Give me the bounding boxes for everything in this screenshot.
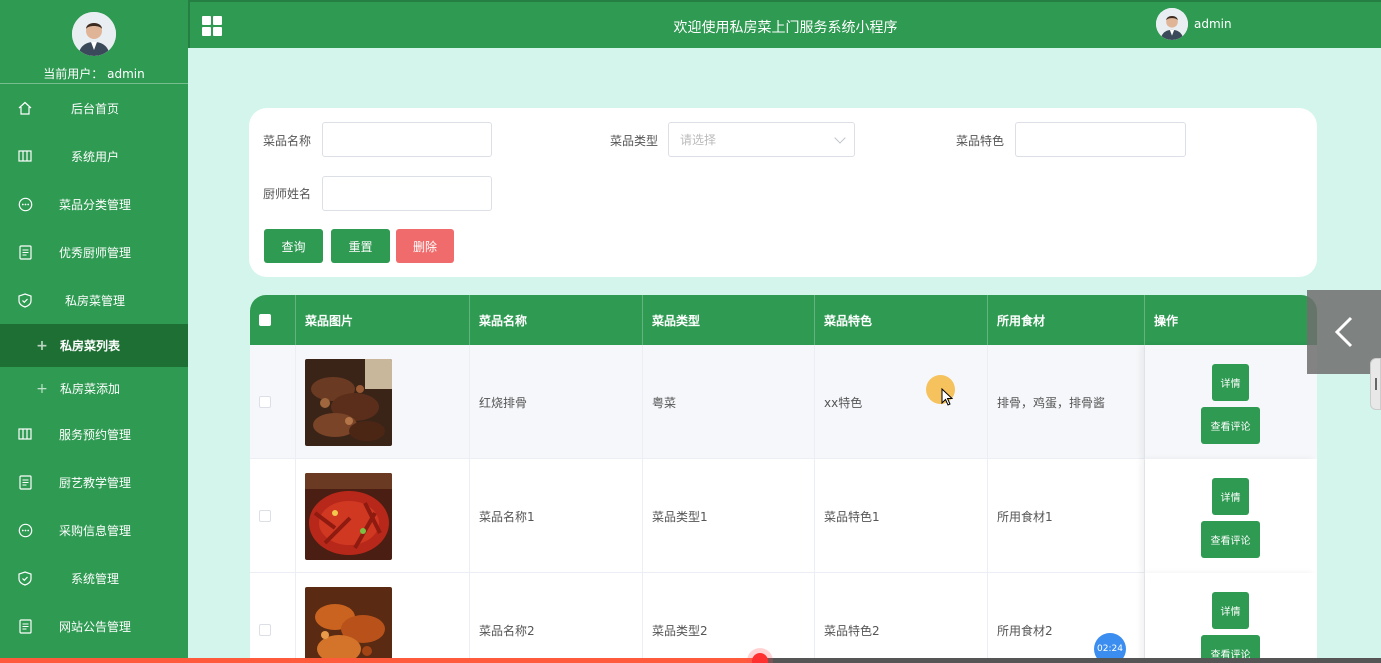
chef-name-label: 厨师姓名: [263, 187, 312, 201]
header-ingredients: 所用食材: [988, 295, 1145, 345]
sidebar-item-dish-category[interactable]: 菜品分类管理: [0, 180, 188, 228]
row-select-cell: [250, 345, 296, 459]
chat-icon: [17, 196, 33, 212]
dish-type-select[interactable]: 请选择: [668, 122, 855, 157]
row-checkbox[interactable]: [259, 396, 271, 408]
row-select-cell: [250, 573, 296, 663]
dish-image-cell: [296, 345, 470, 459]
dish-image-cell: [296, 459, 470, 573]
top-bar: 欢迎使用私房菜上门服务系统小程序 admin: [188, 0, 1381, 48]
table-row: 菜品名称2 菜品类型2 菜品特色2 所用食材2 详情 查看评论: [250, 573, 1317, 663]
mouse-cursor-icon: [941, 388, 953, 406]
sidebar-item-system-manage[interactable]: 系统管理: [0, 554, 188, 602]
dish-feature-cell: 菜品特色1: [815, 459, 988, 573]
dish-feature-cell: 菜品特色2: [815, 573, 988, 663]
plus-icon: +: [36, 380, 48, 397]
header-dish-feature: 菜品特色: [815, 295, 988, 345]
chevron-left-icon: [1334, 316, 1353, 348]
dish-feature-cell: xx特色: [815, 345, 988, 459]
table-row: 红烧排骨 粤菜 xx特色 排骨，鸡蛋，排骨酱 详情 查看评论: [250, 345, 1317, 459]
shield-icon: [17, 570, 33, 586]
table-header: 菜品图片 菜品名称 菜品类型 菜品特色 所用食材 操作: [250, 295, 1317, 345]
home-icon: [17, 100, 33, 116]
video-progress-bar[interactable]: [0, 653, 1381, 663]
dish-name-label: 菜品名称: [263, 134, 312, 148]
document-icon: [17, 618, 33, 634]
dish-type-cell: 菜品类型2: [643, 573, 815, 663]
video-progress-knob[interactable]: [751, 653, 768, 663]
detail-button[interactable]: 详情: [1212, 478, 1249, 515]
header-operations: 操作: [1154, 313, 1179, 328]
dish-table: 菜品图片 菜品名称 菜品类型 菜品特色 所用食材 操作 红烧排骨 粤菜 xx特色…: [250, 295, 1317, 663]
row-checkbox[interactable]: [259, 624, 271, 636]
dish-type-label: 菜品类型: [610, 134, 659, 148]
delete-button[interactable]: 删除: [396, 229, 454, 263]
dish-image: [305, 472, 392, 560]
dish-feature-input[interactable]: [1015, 122, 1186, 157]
detail-button[interactable]: 详情: [1212, 592, 1249, 629]
dish-image-cell: [296, 573, 470, 663]
scroll-handle[interactable]: [1370, 358, 1381, 410]
sidebar-subitem-dish-add[interactable]: + 私房菜添加: [0, 367, 188, 410]
dish-feature-label: 菜品特色: [956, 134, 1005, 148]
shield-icon: [17, 292, 33, 308]
plus-icon: +: [36, 337, 48, 354]
ingredients-cell: 所用食材1: [988, 459, 1145, 573]
sidebar-subitem-dish-list[interactable]: + 私房菜列表: [0, 324, 188, 367]
sidebar-item-announcement[interactable]: 网站公告管理: [0, 602, 188, 650]
chevron-down-icon: [834, 132, 846, 144]
sidebar-item-cooking-teaching[interactable]: 厨艺教学管理: [0, 458, 188, 506]
operations-cell: 详情 查看评论: [1145, 345, 1317, 459]
dish-name-cell: 菜品名称2: [470, 573, 643, 663]
detail-button[interactable]: 详情: [1212, 364, 1249, 401]
sidebar-item-service-booking[interactable]: 服务预约管理: [0, 410, 188, 458]
top-user[interactable]: admin: [1156, 8, 1232, 40]
view-comments-button[interactable]: 查看评论: [1201, 407, 1260, 444]
row-checkbox[interactable]: [259, 510, 271, 522]
operations-cell: 详情 查看评论: [1145, 573, 1317, 663]
columns-icon: [17, 426, 33, 442]
reset-button[interactable]: 重置: [331, 229, 390, 263]
video-progress-fill: [0, 658, 760, 663]
document-icon: [17, 474, 33, 490]
dish-name-cell: 红烧排骨: [470, 345, 643, 459]
dish-name-cell: 菜品名称1: [470, 459, 643, 573]
sidebar-item-system-users[interactable]: 系统用户: [0, 132, 188, 180]
header-dish-name: 菜品名称: [470, 295, 643, 345]
columns-icon: [17, 148, 33, 164]
avatar[interactable]: [72, 12, 116, 56]
chat-icon: [17, 522, 33, 538]
select-all-cell: [250, 295, 296, 345]
dish-image: [305, 586, 392, 663]
sidebar-item-home[interactable]: 后台首页: [0, 84, 188, 132]
header-dish-image: 菜品图片: [296, 295, 470, 345]
table-row: 菜品名称1 菜品类型1 菜品特色1 所用食材1 详情 查看评论: [250, 459, 1317, 573]
dish-type-cell: 菜品类型1: [643, 459, 815, 573]
sidebar-item-chef[interactable]: 优秀厨师管理: [0, 228, 188, 276]
document-icon: [17, 244, 33, 260]
sidebar-user-panel: 当前用户： admin: [0, 0, 188, 84]
select-all-checkbox[interactable]: [259, 314, 271, 326]
operations-cell: 详情 查看评论: [1145, 459, 1317, 573]
dish-name-input[interactable]: [322, 122, 492, 157]
ingredients-cell: 排骨，鸡蛋，排骨酱: [988, 345, 1145, 459]
sidebar-item-private-dish[interactable]: 私房菜管理: [0, 276, 188, 324]
sidebar: 当前用户： admin 后台首页 系统用户 菜品分类管理 优秀厨师管理 私房菜管…: [0, 0, 188, 663]
header-dish-type: 菜品类型: [643, 295, 815, 345]
top-username: admin: [1194, 17, 1232, 31]
chef-name-input[interactable]: [322, 176, 492, 211]
current-user-label: 当前用户： admin: [43, 67, 145, 81]
view-comments-button[interactable]: 查看评论: [1201, 521, 1260, 558]
search-form: 菜品名称 菜品类型 请选择 菜品特色 厨师姓名 查询 重置 删除: [249, 108, 1317, 277]
row-select-cell: [250, 459, 296, 573]
dish-type-cell: 粤菜: [643, 345, 815, 459]
sidebar-item-purchase-info[interactable]: 采购信息管理: [0, 506, 188, 554]
dish-image: [305, 358, 392, 446]
query-button[interactable]: 查询: [264, 229, 323, 263]
avatar[interactable]: [1156, 8, 1188, 40]
